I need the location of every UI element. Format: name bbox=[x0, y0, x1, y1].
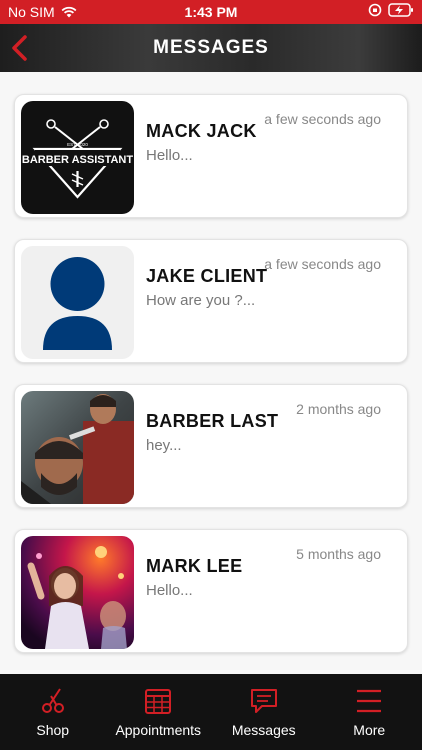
barber-photo-avatar bbox=[21, 391, 134, 504]
nav-item-messages[interactable]: Messages bbox=[211, 674, 317, 750]
app-header: MESSAGES bbox=[0, 24, 422, 72]
nav-item-appointments[interactable]: Appointments bbox=[106, 674, 212, 750]
conversation-card[interactable]: BARBER ASSISTANT EST. 2020 MACK JACK Hel… bbox=[14, 94, 408, 218]
user-silhouette-icon bbox=[43, 257, 112, 350]
message-time: 2 months ago bbox=[296, 401, 381, 417]
menu-icon bbox=[357, 689, 382, 713]
chat-icon bbox=[250, 689, 277, 713]
status-bar: No SIM 1:43 PM bbox=[0, 0, 422, 24]
party-photo bbox=[21, 536, 134, 649]
message-preview: Hello... bbox=[146, 147, 193, 164]
barber-photo bbox=[21, 391, 134, 504]
battery-charging-icon bbox=[388, 3, 413, 17]
conversation-card[interactable]: MARK LEE Hello... 5 months ago bbox=[14, 529, 408, 653]
bottom-nav: Shop Appointments Messages More bbox=[0, 674, 422, 750]
party-photo-avatar bbox=[21, 536, 134, 649]
contact-name: MACK JACK bbox=[146, 121, 257, 141]
logo-text: BARBER ASSISTANT bbox=[22, 154, 134, 166]
calendar-icon bbox=[145, 689, 172, 714]
message-time: a few seconds ago bbox=[264, 111, 381, 127]
orientation-lock-icon bbox=[368, 3, 382, 17]
nav-label-messages: Messages bbox=[231, 722, 296, 738]
nav-item-more[interactable]: More bbox=[317, 674, 422, 750]
contact-name: JAKE CLIENT bbox=[146, 266, 268, 286]
conversation-list[interactable]: BARBER ASSISTANT EST. 2020 MACK JACK Hel… bbox=[0, 72, 422, 674]
contact-name: MARK LEE bbox=[146, 556, 243, 576]
nav-label-shop: Shop bbox=[36, 722, 70, 738]
logo-small-text: EST. 2020 bbox=[67, 142, 88, 147]
default-user-avatar bbox=[21, 246, 134, 359]
conversation-card[interactable]: JAKE CLIENT How are you ?... a few secon… bbox=[14, 239, 408, 363]
nav-label-appointments: Appointments bbox=[115, 722, 202, 738]
page-title: MESSAGES bbox=[153, 37, 269, 58]
message-preview: How are you ?... bbox=[146, 292, 256, 309]
conversation-card[interactable]: BARBER LAST hey... 2 months ago bbox=[14, 384, 408, 508]
barber-assistant-logo: BARBER ASSISTANT EST. 2020 bbox=[22, 119, 134, 199]
nav-item-shop[interactable]: Shop bbox=[0, 674, 106, 750]
message-preview: Hello... bbox=[146, 582, 193, 599]
status-right bbox=[368, 3, 414, 17]
contact-name: BARBER LAST bbox=[146, 411, 279, 431]
message-time: 5 months ago bbox=[296, 546, 381, 562]
message-time: a few seconds ago bbox=[264, 256, 381, 272]
message-preview: hey... bbox=[146, 437, 182, 454]
scissors-icon bbox=[41, 688, 64, 713]
barber-assistant-logo-avatar: BARBER ASSISTANT EST. 2020 bbox=[21, 101, 134, 214]
nav-label-more: More bbox=[353, 722, 386, 738]
status-time: 1:43 PM bbox=[184, 4, 238, 20]
